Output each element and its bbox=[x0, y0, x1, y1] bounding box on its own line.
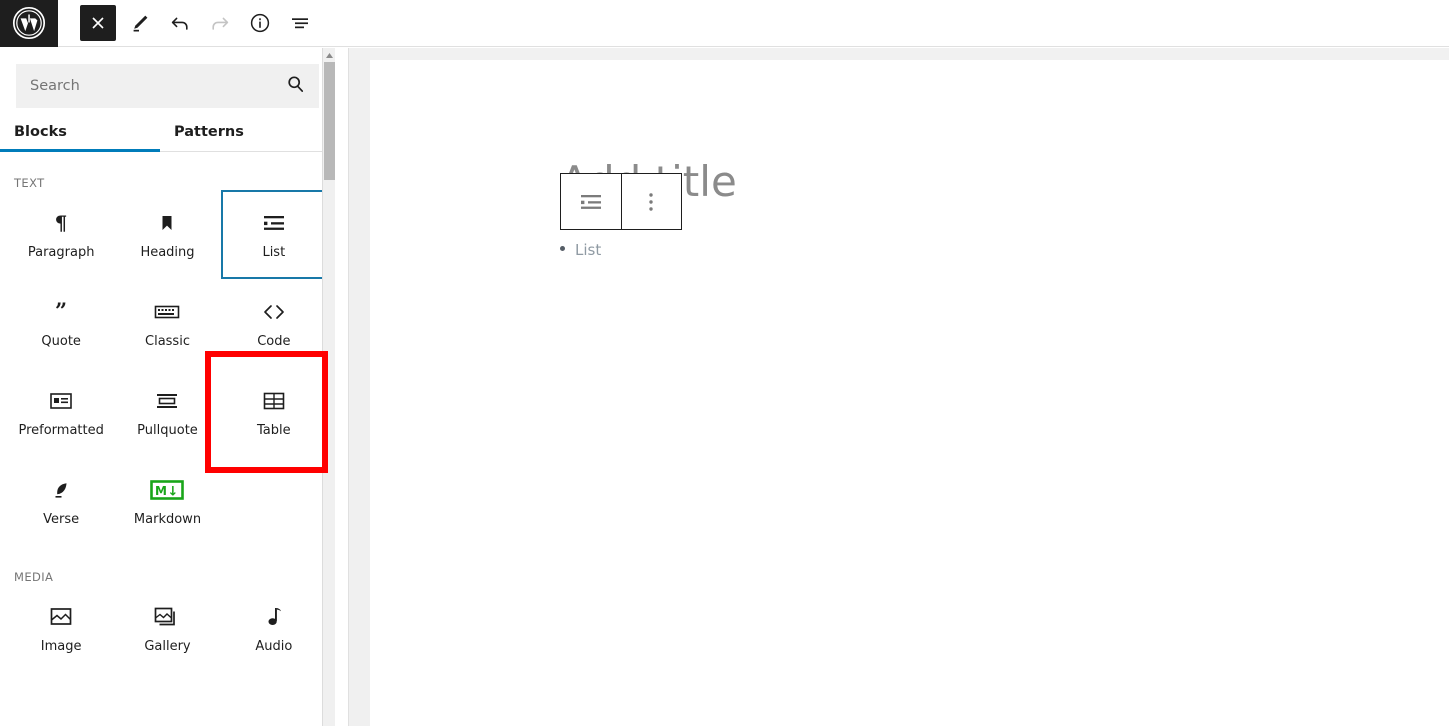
wordpress-logo-icon bbox=[0, 0, 58, 47]
block-item-preformatted[interactable]: Preformatted bbox=[8, 368, 114, 457]
block-label: Gallery bbox=[144, 639, 191, 654]
undo-button[interactable] bbox=[162, 5, 198, 41]
canvas-top-strip bbox=[349, 48, 1449, 60]
block-list-scroll-region: TEXT ¶ Paragraph Heading List ” Quote Cl… bbox=[0, 152, 335, 677]
inserter-scrollbar[interactable] bbox=[322, 48, 335, 726]
list-block[interactable]: List bbox=[560, 241, 601, 259]
block-label: Quote bbox=[41, 334, 81, 349]
section-label-media: MEDIA bbox=[14, 570, 54, 584]
block-inserter-panel: Blocks Patterns TEXT ¶ Paragraph bbox=[0, 48, 335, 726]
tab-blocks[interactable]: Blocks bbox=[0, 124, 160, 151]
svg-text:”: ” bbox=[55, 300, 67, 323]
block-label: List bbox=[262, 245, 286, 260]
block-label: Heading bbox=[140, 245, 195, 260]
pilcrow-icon: ¶ bbox=[49, 210, 73, 236]
block-item-list[interactable]: List bbox=[220, 190, 327, 279]
block-toolbar bbox=[560, 173, 682, 230]
section-label-text: TEXT bbox=[14, 176, 45, 190]
block-item-paragraph[interactable]: ¶ Paragraph bbox=[8, 190, 114, 279]
block-label: Verse bbox=[43, 512, 80, 527]
search-input[interactable] bbox=[16, 64, 319, 108]
undo-arrow-icon bbox=[171, 17, 188, 30]
editor-canvas: Add title List bbox=[349, 48, 1449, 726]
block-type-list-button[interactable] bbox=[561, 174, 621, 229]
table-grid-icon bbox=[263, 388, 285, 414]
list-view-button[interactable] bbox=[282, 5, 318, 41]
close-editor-button[interactable] bbox=[80, 5, 116, 41]
outline-list-icon bbox=[292, 18, 308, 29]
quote-marks-icon: ” bbox=[49, 299, 73, 325]
block-item-verse[interactable]: Verse bbox=[8, 457, 114, 546]
image-icon bbox=[49, 604, 73, 630]
block-label: Preformatted bbox=[18, 423, 104, 438]
block-item-image[interactable]: Image bbox=[8, 584, 114, 673]
edit-mode-button[interactable] bbox=[122, 5, 158, 41]
block-item-markdown[interactable]: M ↓ Markdown bbox=[114, 457, 220, 546]
markdown-m-down-icon: M ↓ bbox=[150, 477, 185, 503]
block-label: Audio bbox=[255, 639, 293, 654]
pullquote-icon bbox=[155, 388, 179, 414]
block-item-quote[interactable]: ” Quote bbox=[8, 279, 114, 368]
keyboard-icon bbox=[154, 299, 180, 325]
post-content-sheet: Add title List bbox=[370, 60, 1449, 726]
block-item-table[interactable]: Table bbox=[221, 368, 327, 457]
preformatted-icon bbox=[49, 388, 73, 414]
block-grid-media: Image Gallery Audio bbox=[0, 584, 335, 673]
vertical-ellipsis-icon bbox=[649, 192, 653, 211]
list-bullets-icon bbox=[261, 210, 287, 236]
block-item-pullquote[interactable]: Pullquote bbox=[114, 368, 220, 457]
close-icon bbox=[92, 17, 104, 29]
block-item-audio[interactable]: Audio bbox=[221, 584, 327, 673]
list-item-placeholder[interactable]: List bbox=[575, 241, 601, 259]
scroll-up-arrow-icon[interactable] bbox=[323, 50, 335, 61]
block-search-area bbox=[0, 48, 335, 108]
scrollbar-thumb[interactable] bbox=[324, 62, 335, 180]
block-label: Paragraph bbox=[27, 245, 95, 260]
details-button[interactable] bbox=[242, 5, 278, 41]
block-item-heading[interactable]: Heading bbox=[114, 190, 220, 279]
more-options-button[interactable] bbox=[621, 174, 681, 229]
tab-patterns[interactable]: Patterns bbox=[160, 124, 320, 151]
block-label: Image bbox=[40, 639, 82, 654]
bullet-dot-icon bbox=[560, 246, 565, 251]
svg-text:↓: ↓ bbox=[168, 485, 179, 500]
bookmark-icon bbox=[155, 210, 179, 236]
block-label: Markdown bbox=[133, 512, 202, 527]
info-circle-icon bbox=[250, 13, 270, 33]
feather-quill-icon bbox=[49, 477, 73, 503]
inserter-tabs: Blocks Patterns bbox=[0, 124, 335, 152]
search-field[interactable] bbox=[16, 64, 319, 108]
editor-header-toolbar bbox=[0, 0, 1449, 47]
list-bullets-icon bbox=[580, 194, 601, 209]
music-note-icon bbox=[264, 604, 284, 630]
block-item-code[interactable]: Code bbox=[221, 279, 327, 368]
block-label: Table bbox=[257, 423, 291, 438]
block-grid-text: ¶ Paragraph Heading List ” Quote Classic… bbox=[0, 190, 335, 546]
block-label: Code bbox=[257, 334, 291, 349]
block-label: Pullquote bbox=[137, 423, 198, 438]
angle-brackets-icon bbox=[261, 299, 287, 325]
block-item-classic[interactable]: Classic bbox=[114, 279, 220, 368]
redo-arrow-icon bbox=[212, 17, 229, 30]
redo-button[interactable] bbox=[202, 5, 238, 41]
svg-text:¶: ¶ bbox=[55, 211, 68, 235]
svg-text:M: M bbox=[156, 484, 168, 498]
block-label: Classic bbox=[145, 334, 190, 349]
gallery-stack-icon bbox=[154, 604, 180, 630]
pencil-icon bbox=[133, 15, 148, 32]
block-item-gallery[interactable]: Gallery bbox=[114, 584, 220, 673]
